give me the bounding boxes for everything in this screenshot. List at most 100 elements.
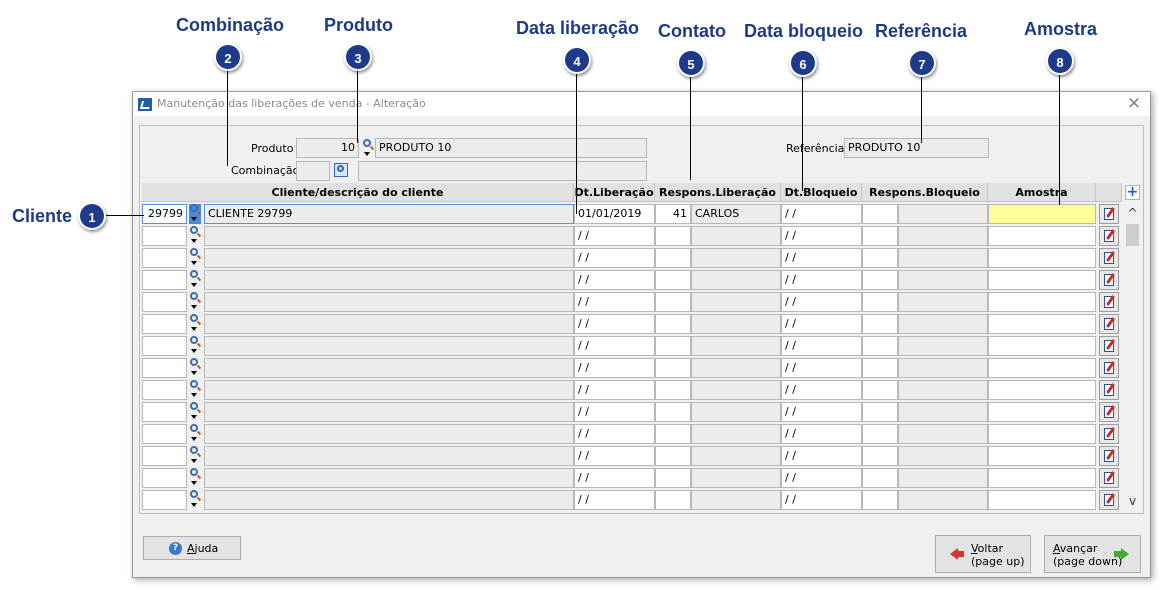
- column-header-respons-bloqueio[interactable]: Respons.Bloqueio: [862, 183, 988, 202]
- edit-note-icon[interactable]: [1099, 358, 1119, 378]
- cliente-lookup-icon[interactable]: [189, 314, 201, 334]
- amostra-cell[interactable]: [988, 402, 1096, 422]
- dt-liberacao-cell[interactable]: / /: [574, 248, 655, 268]
- respons-bloqueio-code-cell[interactable]: [862, 446, 898, 466]
- cliente-lookup-icon[interactable]: [189, 424, 201, 444]
- dt-bloqueio-cell[interactable]: / /: [781, 358, 862, 378]
- cliente-lookup-icon[interactable]: [189, 204, 201, 224]
- column-header-amostra[interactable]: Amostra: [988, 183, 1096, 202]
- combinacao-lookup-icon[interactable]: [334, 163, 348, 177]
- respons-liberacao-code-cell[interactable]: 41: [655, 204, 691, 224]
- cliente-code-cell[interactable]: [142, 248, 187, 268]
- respons-liberacao-code-cell[interactable]: [655, 314, 691, 334]
- column-header-cliente[interactable]: Cliente/descrição do cliente: [142, 183, 574, 202]
- dt-bloqueio-cell[interactable]: / /: [781, 424, 862, 444]
- respons-bloqueio-code-cell[interactable]: [862, 248, 898, 268]
- respons-bloqueio-code-cell[interactable]: [862, 402, 898, 422]
- dt-liberacao-cell[interactable]: / /: [574, 270, 655, 290]
- cliente-code-cell[interactable]: [142, 468, 187, 488]
- dt-bloqueio-cell[interactable]: / /: [781, 468, 862, 488]
- amostra-cell[interactable]: [988, 292, 1096, 312]
- amostra-cell[interactable]: [988, 314, 1096, 334]
- respons-bloqueio-code-cell[interactable]: [862, 358, 898, 378]
- respons-liberacao-code-cell[interactable]: [655, 380, 691, 400]
- cliente-code-cell[interactable]: [142, 358, 187, 378]
- edit-note-icon[interactable]: [1099, 380, 1119, 400]
- cliente-lookup-icon[interactable]: [189, 358, 201, 378]
- cliente-lookup-icon[interactable]: [189, 490, 201, 510]
- cliente-code-cell[interactable]: [142, 402, 187, 422]
- dt-liberacao-cell[interactable]: / /: [574, 292, 655, 312]
- amostra-cell[interactable]: [988, 336, 1096, 356]
- respons-liberacao-code-cell[interactable]: [655, 270, 691, 290]
- respons-bloqueio-code-cell[interactable]: [862, 468, 898, 488]
- dt-liberacao-cell[interactable]: / /: [574, 226, 655, 246]
- amostra-cell[interactable]: [988, 380, 1096, 400]
- amostra-cell[interactable]: [988, 490, 1096, 510]
- respons-liberacao-code-cell[interactable]: [655, 358, 691, 378]
- cliente-code-cell[interactable]: [142, 490, 187, 510]
- dt-bloqueio-cell[interactable]: / /: [781, 490, 862, 510]
- cliente-code-cell[interactable]: [142, 226, 187, 246]
- edit-note-icon[interactable]: [1099, 314, 1119, 334]
- cliente-lookup-icon[interactable]: [189, 402, 201, 422]
- scroll-up-icon[interactable]: ^: [1125, 206, 1140, 220]
- cliente-lookup-icon[interactable]: [189, 446, 201, 466]
- amostra-cell[interactable]: [988, 424, 1096, 444]
- dt-bloqueio-cell[interactable]: / /: [781, 248, 862, 268]
- respons-liberacao-code-cell[interactable]: [655, 336, 691, 356]
- cliente-lookup-icon[interactable]: [189, 336, 201, 356]
- column-header-respons-liberacao[interactable]: Respons.Liberação: [655, 183, 781, 202]
- respons-liberacao-code-cell[interactable]: [655, 292, 691, 312]
- respons-liberacao-code-cell[interactable]: [655, 446, 691, 466]
- respons-bloqueio-code-cell[interactable]: [862, 336, 898, 356]
- produto-lookup-icon[interactable]: [362, 139, 374, 159]
- dt-bloqueio-cell[interactable]: / /: [781, 314, 862, 334]
- edit-note-icon[interactable]: [1099, 248, 1119, 268]
- amostra-cell[interactable]: [988, 204, 1096, 224]
- cliente-code-cell[interactable]: [142, 446, 187, 466]
- dt-liberacao-cell[interactable]: / /: [574, 358, 655, 378]
- amostra-cell[interactable]: [988, 468, 1096, 488]
- cliente-lookup-icon[interactable]: [189, 270, 201, 290]
- respons-liberacao-code-cell[interactable]: [655, 248, 691, 268]
- edit-note-icon[interactable]: [1099, 226, 1119, 246]
- cliente-code-cell[interactable]: [142, 424, 187, 444]
- respons-bloqueio-code-cell[interactable]: [862, 424, 898, 444]
- cliente-lookup-icon[interactable]: [189, 248, 201, 268]
- amostra-cell[interactable]: [988, 248, 1096, 268]
- respons-liberacao-code-cell[interactable]: [655, 402, 691, 422]
- cliente-lookup-icon[interactable]: [189, 380, 201, 400]
- column-header-dt-bloqueio[interactable]: Dt.Bloqueio: [781, 183, 862, 202]
- cliente-lookup-icon[interactable]: [189, 468, 201, 488]
- edit-note-icon[interactable]: [1099, 270, 1119, 290]
- column-header-dt-liberacao[interactable]: Dt.Liberação: [574, 183, 655, 202]
- cliente-code-cell[interactable]: 29799: [142, 204, 187, 224]
- ajuda-button[interactable]: ? Ajuda: [143, 536, 241, 560]
- respons-bloqueio-code-cell[interactable]: [862, 226, 898, 246]
- produto-code-field[interactable]: 10: [296, 138, 359, 158]
- respons-bloqueio-code-cell[interactable]: [862, 314, 898, 334]
- cliente-code-cell[interactable]: [142, 336, 187, 356]
- cliente-code-cell[interactable]: [142, 270, 187, 290]
- dt-liberacao-cell[interactable]: / /: [574, 314, 655, 334]
- dt-liberacao-cell[interactable]: / /: [574, 380, 655, 400]
- amostra-cell[interactable]: [988, 358, 1096, 378]
- dt-liberacao-cell[interactable]: / /: [574, 336, 655, 356]
- cliente-code-cell[interactable]: [142, 292, 187, 312]
- voltar-button[interactable]: Voltar (page up): [935, 535, 1031, 573]
- dt-bloqueio-cell[interactable]: / /: [781, 270, 862, 290]
- edit-note-icon[interactable]: [1099, 446, 1119, 466]
- dt-liberacao-cell[interactable]: 01/01/2019: [574, 204, 655, 224]
- scrollbar-thumb[interactable]: [1126, 224, 1139, 246]
- edit-note-icon[interactable]: [1099, 336, 1119, 356]
- dt-liberacao-cell[interactable]: / /: [574, 424, 655, 444]
- scroll-down-icon[interactable]: v: [1125, 494, 1140, 508]
- respons-liberacao-code-cell[interactable]: [655, 468, 691, 488]
- edit-note-icon[interactable]: [1099, 204, 1119, 224]
- respons-bloqueio-code-cell[interactable]: [862, 270, 898, 290]
- amostra-cell[interactable]: [988, 270, 1096, 290]
- dt-bloqueio-cell[interactable]: / /: [781, 226, 862, 246]
- cliente-lookup-icon[interactable]: [189, 226, 201, 246]
- dt-bloqueio-cell[interactable]: / /: [781, 380, 862, 400]
